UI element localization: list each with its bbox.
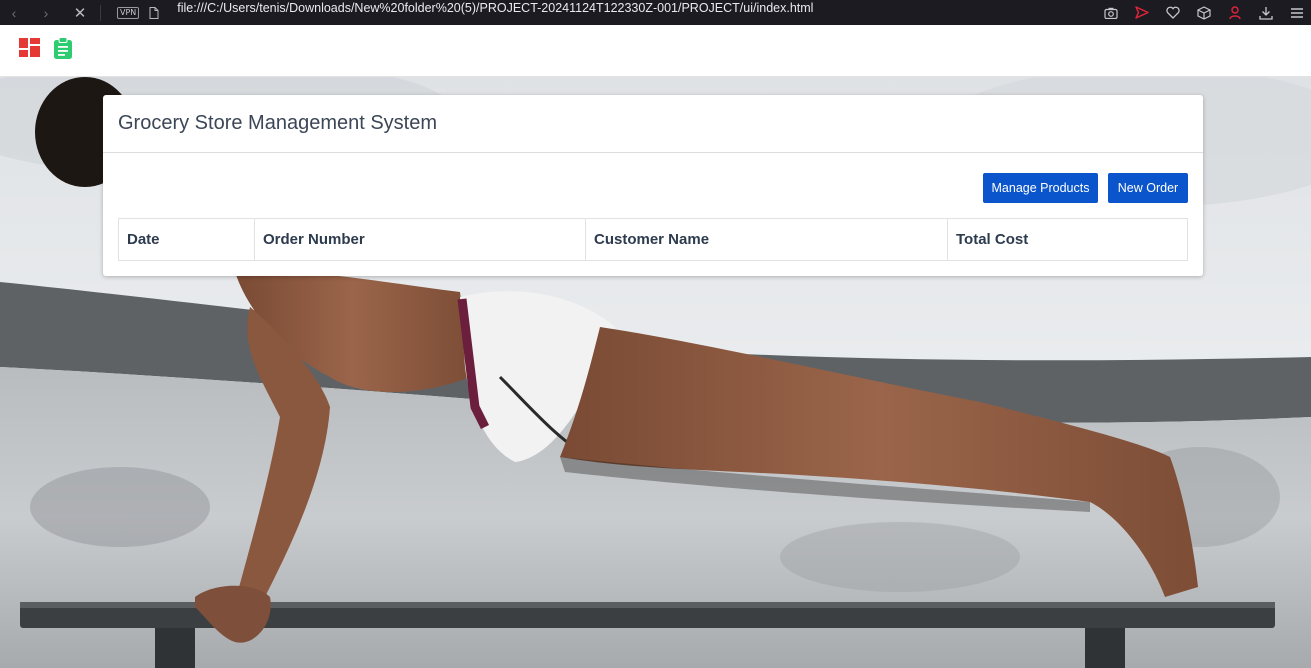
page-title: Grocery Store Management System — [118, 112, 438, 134]
browser-toolbar: ‹ › ✕ VPN file:///C:/Users/tenis/Downloa… — [0, 0, 1311, 25]
card-header: Grocery Store Management System — [103, 95, 1203, 153]
heart-icon[interactable] — [1165, 5, 1181, 21]
page-icon[interactable] — [149, 6, 159, 19]
dashboard-icon[interactable] — [19, 38, 41, 58]
orders-table-header: Date Order Number Customer Name Total Co… — [118, 218, 1188, 261]
orders-card: Grocery Store Management System Manage P… — [103, 95, 1203, 276]
column-header-order-number: Order Number — [255, 219, 586, 260]
app-header — [0, 25, 1311, 77]
stop-icon[interactable]: ✕ — [70, 3, 90, 23]
user-icon[interactable] — [1227, 5, 1243, 21]
new-order-button[interactable]: New Order — [1108, 173, 1188, 203]
box-icon[interactable] — [1196, 5, 1212, 21]
column-header-date: Date — [119, 219, 255, 260]
menu-icon[interactable] — [1289, 5, 1305, 21]
toolbar-divider — [100, 4, 101, 21]
browser-actions — [1103, 0, 1311, 25]
forward-icon[interactable]: › — [36, 3, 56, 23]
clipboard-icon[interactable] — [53, 37, 73, 59]
column-header-total-cost: Total Cost — [956, 231, 1029, 248]
address-bar[interactable]: file:///C:/Users/tenis/Downloads/New%20f… — [177, 1, 813, 15]
camera-icon[interactable] — [1103, 5, 1119, 21]
manage-products-button[interactable]: Manage Products — [983, 173, 1098, 203]
back-icon[interactable]: ‹ — [4, 3, 24, 23]
vpn-badge[interactable]: VPN — [117, 6, 140, 19]
column-header-customer-name: Customer Name — [586, 219, 948, 260]
send-icon[interactable] — [1134, 5, 1150, 21]
download-icon[interactable] — [1258, 5, 1274, 21]
